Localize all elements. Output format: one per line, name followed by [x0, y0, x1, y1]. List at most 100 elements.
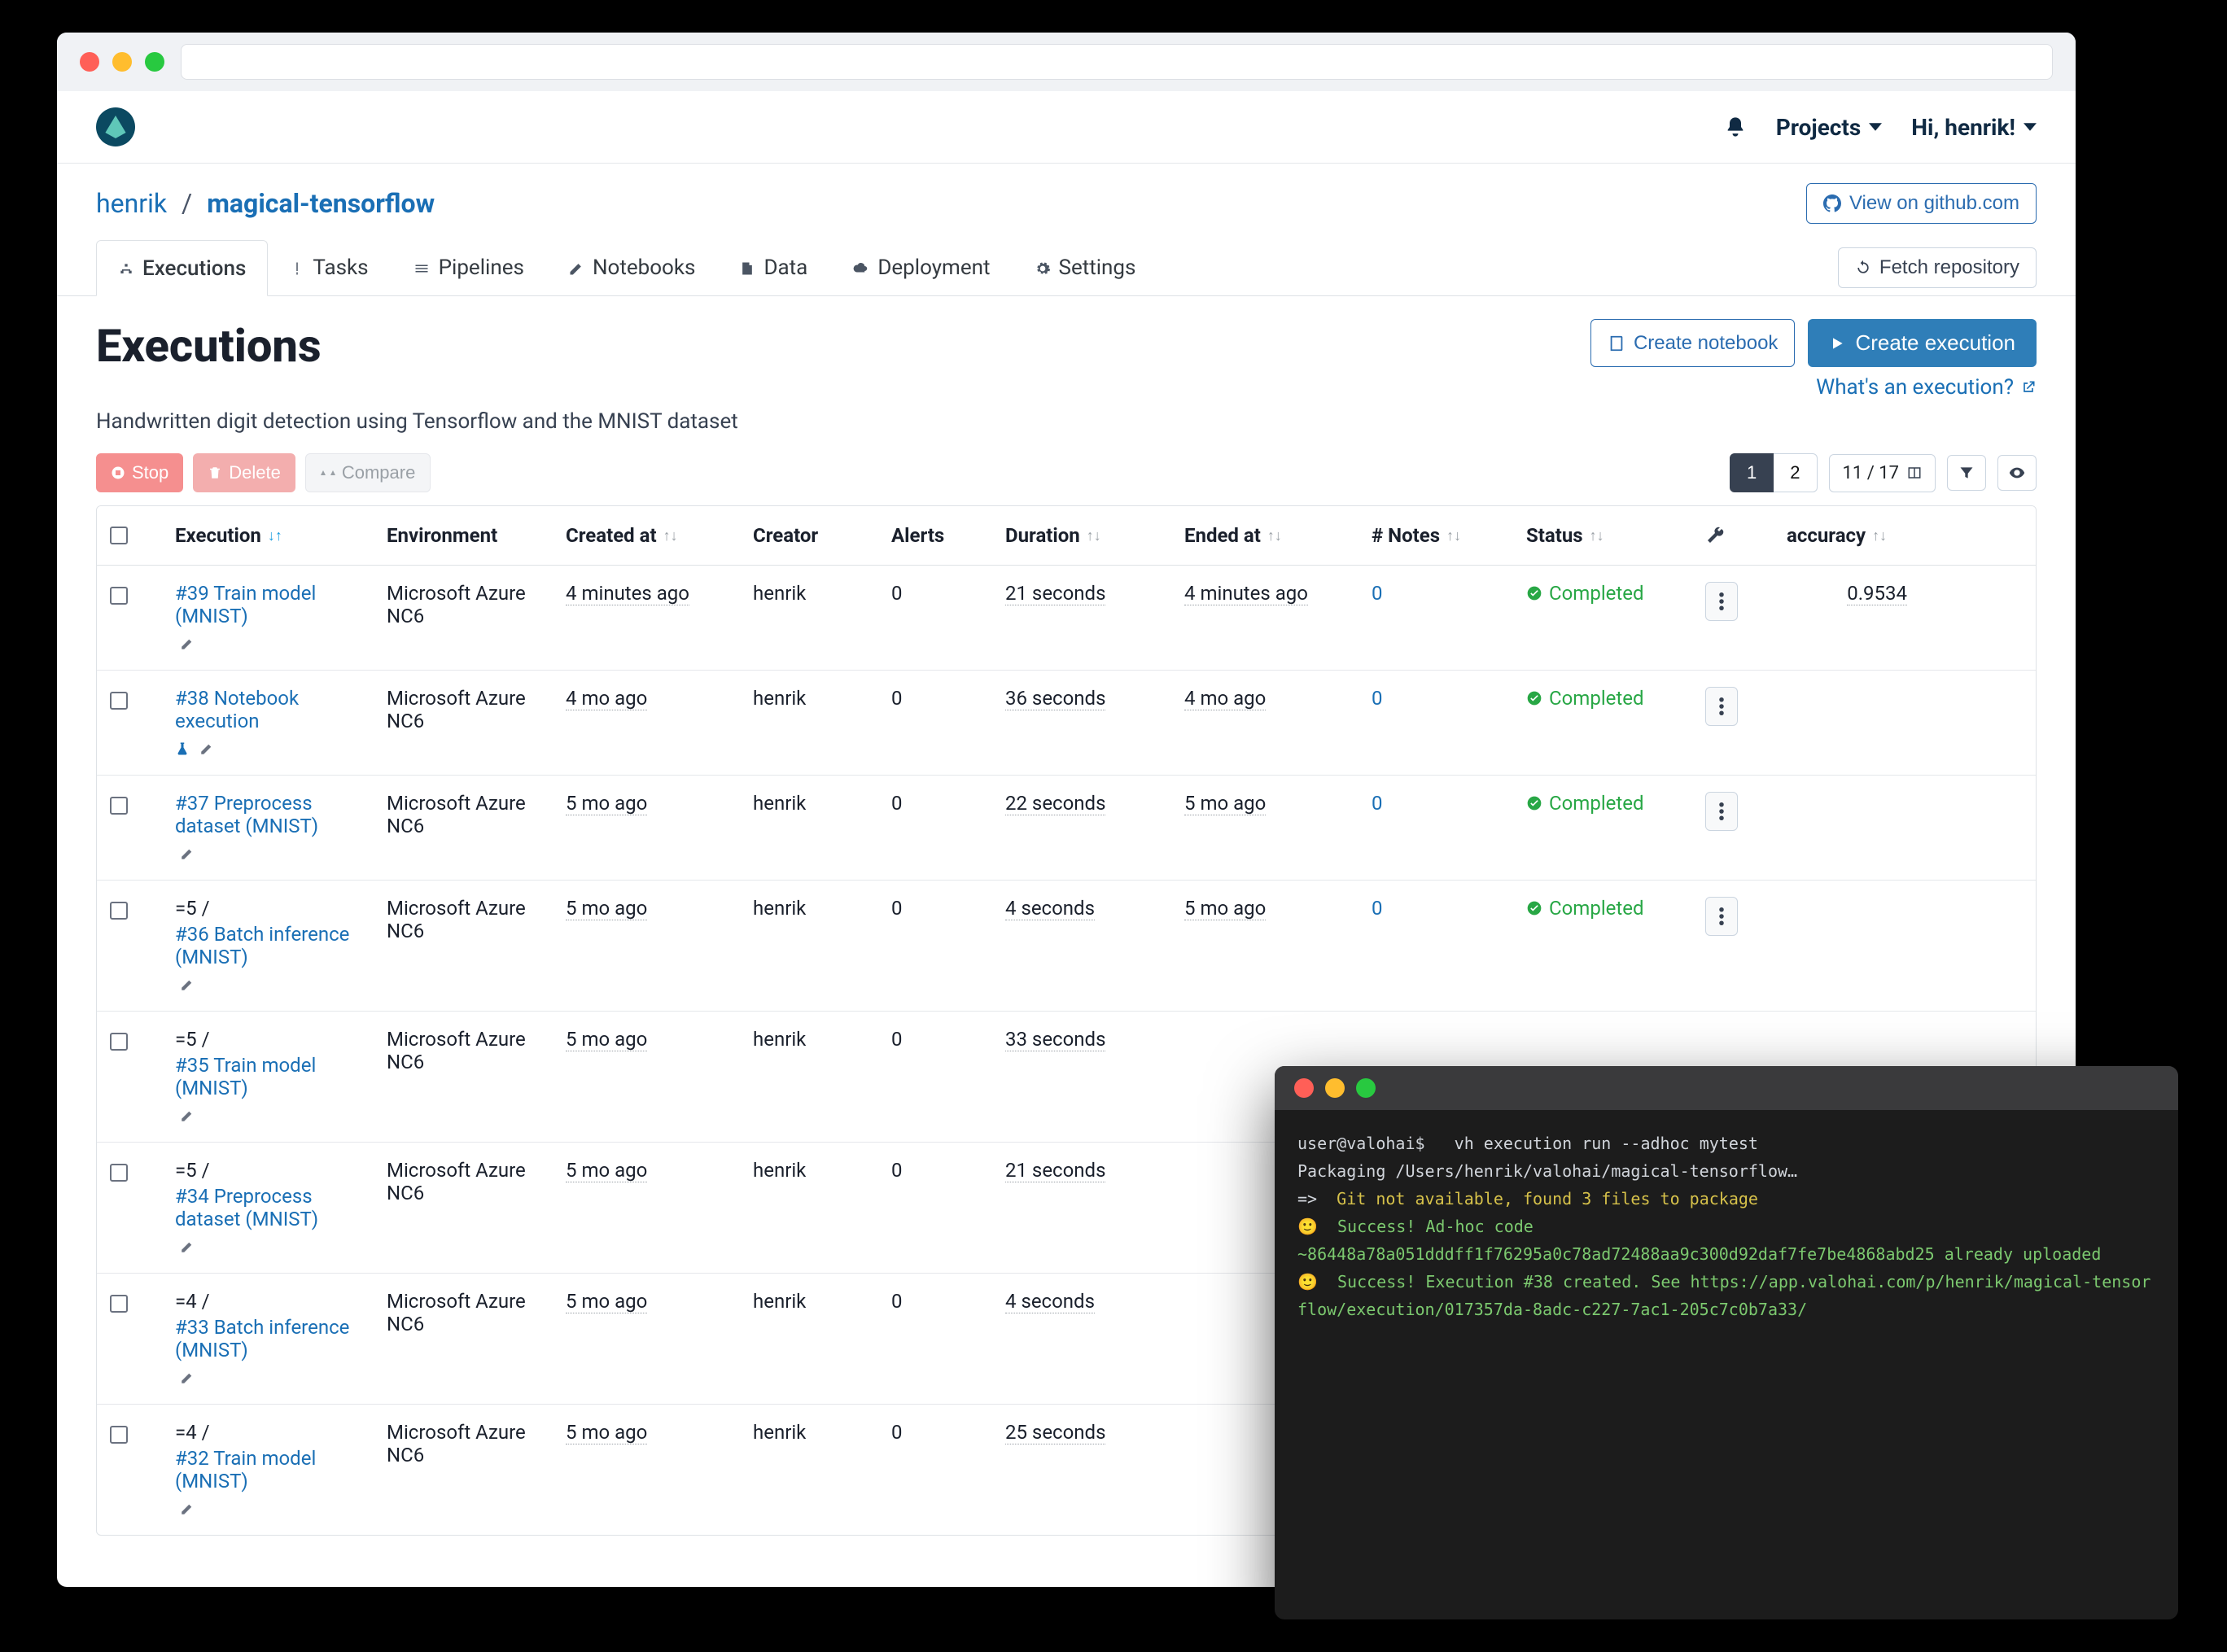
- execution-link[interactable]: #33 Batch inference (MNIST): [175, 1316, 361, 1361]
- maximize-window-icon[interactable]: [1356, 1078, 1376, 1098]
- row-checkbox[interactable]: [110, 1426, 128, 1444]
- select-all-checkbox[interactable]: [110, 527, 128, 544]
- breadcrumb-owner[interactable]: henrik: [96, 188, 167, 219]
- duration-cell[interactable]: 22 seconds: [1005, 792, 1105, 815]
- edit-icon[interactable]: [180, 1234, 195, 1256]
- row-actions-button[interactable]: [1705, 897, 1738, 936]
- row-checkbox[interactable]: [110, 587, 128, 605]
- stop-button[interactable]: Stop: [96, 453, 183, 492]
- execution-link[interactable]: #39 Train model (MNIST): [175, 582, 361, 627]
- projects-menu[interactable]: Projects: [1776, 114, 1883, 141]
- page-2-button[interactable]: 2: [1774, 453, 1817, 492]
- user-menu[interactable]: Hi, henrik!: [1911, 114, 2037, 141]
- created-cell[interactable]: 4 minutes ago: [566, 582, 689, 605]
- duration-cell[interactable]: 4 seconds: [1005, 1290, 1095, 1313]
- row-actions-button[interactable]: [1705, 582, 1738, 621]
- col-execution[interactable]: Execution↓↑: [162, 506, 374, 565]
- created-cell[interactable]: 5 mo ago: [566, 1028, 647, 1051]
- tab-data[interactable]: Data: [717, 240, 829, 295]
- notes-cell[interactable]: 0: [1372, 687, 1383, 710]
- created-cell[interactable]: 5 mo ago: [566, 1159, 647, 1182]
- col-notes[interactable]: # Notes↑↓: [1359, 506, 1513, 565]
- notebook-icon: [1608, 334, 1625, 352]
- row-checkbox[interactable]: [110, 902, 128, 920]
- col-accuracy[interactable]: accuracy↑↓: [1774, 506, 1920, 565]
- created-cell[interactable]: 5 mo ago: [566, 792, 647, 815]
- created-cell[interactable]: 5 mo ago: [566, 1290, 647, 1313]
- duration-cell[interactable]: 21 seconds: [1005, 1159, 1105, 1182]
- execution-link[interactable]: #37 Preprocess dataset (MNIST): [175, 792, 361, 837]
- logo-icon[interactable]: [96, 107, 135, 146]
- ended-cell[interactable]: 4 minutes ago: [1184, 582, 1308, 605]
- tab-deployment[interactable]: Deployment: [829, 240, 1012, 295]
- creator-cell: henrik: [740, 881, 878, 1011]
- row-checkbox[interactable]: [110, 1033, 128, 1051]
- terminal-body[interactable]: user@valohai$ vh execution run --adhoc m…: [1275, 1110, 2178, 1343]
- fetch-repo-button[interactable]: Fetch repository: [1838, 247, 2037, 288]
- col-status[interactable]: Status↑↓: [1513, 506, 1692, 565]
- execution-link[interactable]: #35 Train model (MNIST): [175, 1054, 361, 1099]
- minimize-window-icon[interactable]: [1325, 1078, 1345, 1098]
- notes-cell[interactable]: 0: [1372, 582, 1383, 605]
- ended-cell[interactable]: 5 mo ago: [1184, 792, 1266, 815]
- created-cell[interactable]: 4 mo ago: [566, 687, 647, 710]
- sort-icon: ↑↓: [1087, 527, 1101, 544]
- edit-icon[interactable]: [180, 841, 195, 863]
- row-checkbox[interactable]: [110, 1164, 128, 1182]
- execution-link[interactable]: #36 Batch inference (MNIST): [175, 923, 361, 968]
- bell-icon[interactable]: [1724, 116, 1747, 138]
- created-cell[interactable]: 5 mo ago: [566, 897, 647, 920]
- duration-cell[interactable]: 36 seconds: [1005, 687, 1105, 710]
- filter-button[interactable]: [1947, 455, 1986, 491]
- edit-icon[interactable]: [180, 972, 195, 994]
- page-1-button[interactable]: 1: [1730, 453, 1774, 492]
- edit-icon[interactable]: [199, 736, 214, 758]
- row-actions-button[interactable]: [1705, 687, 1738, 726]
- edit-icon[interactable]: [180, 1365, 195, 1388]
- tab-label: Pipelines: [439, 256, 524, 280]
- row-checkbox[interactable]: [110, 692, 128, 710]
- create-execution-button[interactable]: Create execution: [1808, 319, 2037, 367]
- tab-tasks[interactable]: Tasks: [268, 240, 390, 295]
- tab-notebooks[interactable]: Notebooks: [546, 240, 718, 295]
- table-row: #38 Notebook execution Microsoft Azure N…: [97, 671, 2036, 776]
- ended-cell[interactable]: 5 mo ago: [1184, 897, 1266, 920]
- created-cell[interactable]: 5 mo ago: [566, 1421, 647, 1444]
- tab-pipelines[interactable]: Pipelines: [391, 240, 546, 295]
- delete-button[interactable]: Delete: [193, 453, 295, 492]
- visibility-button[interactable]: [1997, 455, 2037, 491]
- edit-icon[interactable]: [180, 631, 195, 653]
- status-completed: Completed: [1526, 687, 1644, 710]
- tab-settings[interactable]: Settings: [1013, 240, 1158, 295]
- duration-cell[interactable]: 4 seconds: [1005, 897, 1095, 920]
- create-notebook-button[interactable]: Create notebook: [1590, 319, 1795, 367]
- ended-cell[interactable]: 4 mo ago: [1184, 687, 1266, 710]
- tab-executions[interactable]: Executions: [96, 240, 268, 296]
- duration-cell[interactable]: 21 seconds: [1005, 582, 1105, 605]
- close-window-icon[interactable]: [80, 52, 99, 72]
- notes-cell[interactable]: 0: [1372, 792, 1383, 815]
- column-count-chip[interactable]: 11 / 17: [1829, 454, 1936, 492]
- duration-cell[interactable]: 33 seconds: [1005, 1028, 1105, 1051]
- row-checkbox[interactable]: [110, 797, 128, 815]
- term-line-prefix: =>: [1297, 1189, 1337, 1208]
- notes-cell[interactable]: 0: [1372, 897, 1383, 920]
- help-link[interactable]: What's an execution?: [1816, 375, 2037, 400]
- row-actions-button[interactable]: [1705, 792, 1738, 831]
- col-ended[interactable]: Ended at↑↓: [1171, 506, 1359, 565]
- col-created[interactable]: Created at↑↓: [553, 506, 740, 565]
- url-bar[interactable]: [181, 44, 2053, 80]
- breadcrumb-project[interactable]: magical-tensorflow: [207, 188, 435, 219]
- minimize-window-icon[interactable]: [112, 52, 132, 72]
- execution-link[interactable]: #34 Preprocess dataset (MNIST): [175, 1185, 361, 1230]
- edit-icon[interactable]: [180, 1496, 195, 1519]
- execution-link[interactable]: #38 Notebook execution: [175, 687, 361, 732]
- edit-icon[interactable]: [180, 1103, 195, 1125]
- execution-link[interactable]: #32 Train model (MNIST): [175, 1447, 361, 1492]
- col-duration[interactable]: Duration↑↓: [992, 506, 1171, 565]
- view-github-button[interactable]: View on github.com: [1806, 183, 2037, 224]
- duration-cell[interactable]: 25 seconds: [1005, 1421, 1105, 1444]
- close-window-icon[interactable]: [1294, 1078, 1314, 1098]
- row-checkbox[interactable]: [110, 1295, 128, 1313]
- maximize-window-icon[interactable]: [145, 52, 164, 72]
